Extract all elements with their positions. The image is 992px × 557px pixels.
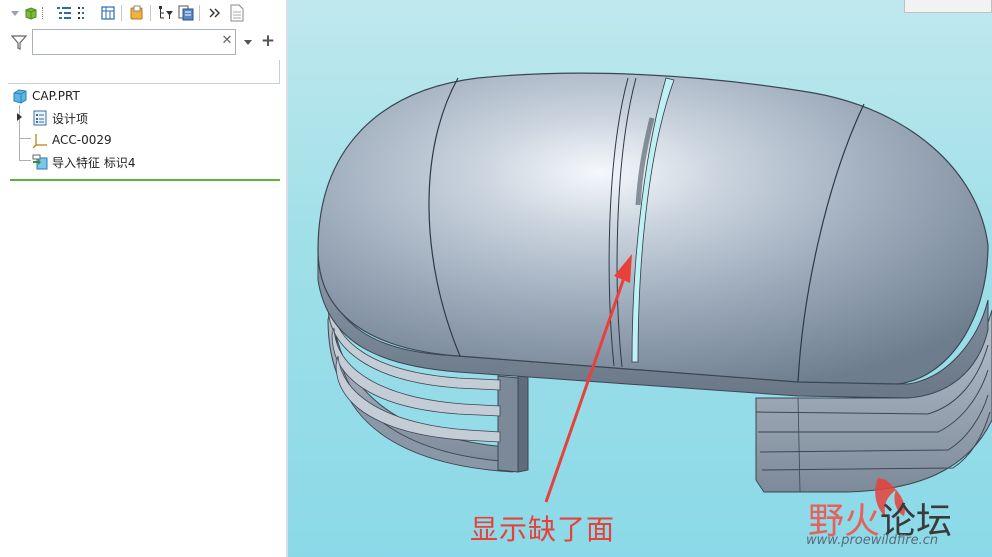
- notes-button[interactable]: [228, 4, 246, 22]
- expand-arrow-icon[interactable]: [15, 113, 23, 121]
- add-filter-icon[interactable]: +: [260, 33, 276, 50]
- layer-tree-icon: [178, 5, 194, 21]
- tree-filters-button[interactable]: [75, 4, 93, 22]
- coordinate-system-icon: [32, 134, 47, 148]
- tree-filter-icon: [159, 6, 173, 19]
- tree-search-row: ✕ +: [0, 28, 286, 56]
- insert-here-marker[interactable]: [10, 179, 280, 181]
- design-items-icon: [33, 110, 47, 126]
- toolbar-divider: [150, 5, 151, 21]
- more-icon: [209, 8, 220, 18]
- tree-root-label: CAP.PRT: [32, 89, 80, 103]
- model-tree-toolbar: [0, 0, 286, 26]
- show-button[interactable]: [22, 4, 40, 22]
- folder-icon: [130, 5, 143, 20]
- tree-item-label: 导入特征 标识4: [52, 155, 136, 170]
- notes-icon: [230, 4, 244, 22]
- tree-header-row: [8, 60, 280, 84]
- tree-item-coordinate-system[interactable]: ACC-0029: [32, 129, 112, 151]
- tree-columns-icon: [57, 7, 71, 19]
- chevron-down-icon: [11, 11, 19, 16]
- more-button[interactable]: [206, 4, 224, 22]
- tree-item-label: 设计项: [52, 111, 89, 126]
- tree-root[interactable]: CAP.PRT: [12, 85, 80, 107]
- filter-icon[interactable]: [10, 33, 28, 51]
- tree-connector: [19, 138, 31, 139]
- tree-connector: [19, 160, 31, 161]
- watermark-url: www.proewildfire.cn: [806, 533, 939, 548]
- import-feature-icon: [32, 154, 48, 170]
- graphics-viewport[interactable]: [288, 0, 992, 557]
- show-dropdown-button[interactable]: [10, 4, 20, 22]
- toolbar-divider: [121, 5, 122, 21]
- tree-columns-button[interactable]: [55, 4, 73, 22]
- folder-button[interactable]: [128, 4, 146, 22]
- chevron-down-icon[interactable]: [242, 36, 254, 48]
- tree-search-input[interactable]: [32, 29, 236, 55]
- tree-filter-button[interactable]: [157, 4, 175, 22]
- toolbar-divider: [199, 5, 200, 21]
- tree-item-design-items[interactable]: 设计项: [32, 107, 88, 129]
- tree-item-import-feature[interactable]: 导入特征 标识4: [32, 151, 135, 173]
- tree-item-label: ACC-0029: [52, 133, 112, 147]
- tree-filters-icon: [78, 7, 84, 19]
- layer-tree-button[interactable]: [177, 4, 195, 22]
- part-icon: [13, 89, 27, 104]
- clear-search-icon[interactable]: ✕: [220, 34, 234, 48]
- model-tree-panel: ✕ + CAP.PRT 设计项 ACC-0029 导入特征 标识4: [0, 0, 286, 557]
- cad-model-cap: [317, 72, 992, 518]
- settings-button[interactable]: [99, 4, 117, 22]
- settings-icon: [101, 6, 115, 20]
- show-icon: [25, 7, 37, 20]
- view-toolbar[interactable]: [904, 0, 992, 13]
- annotation-label: 显示缺了面: [470, 513, 616, 546]
